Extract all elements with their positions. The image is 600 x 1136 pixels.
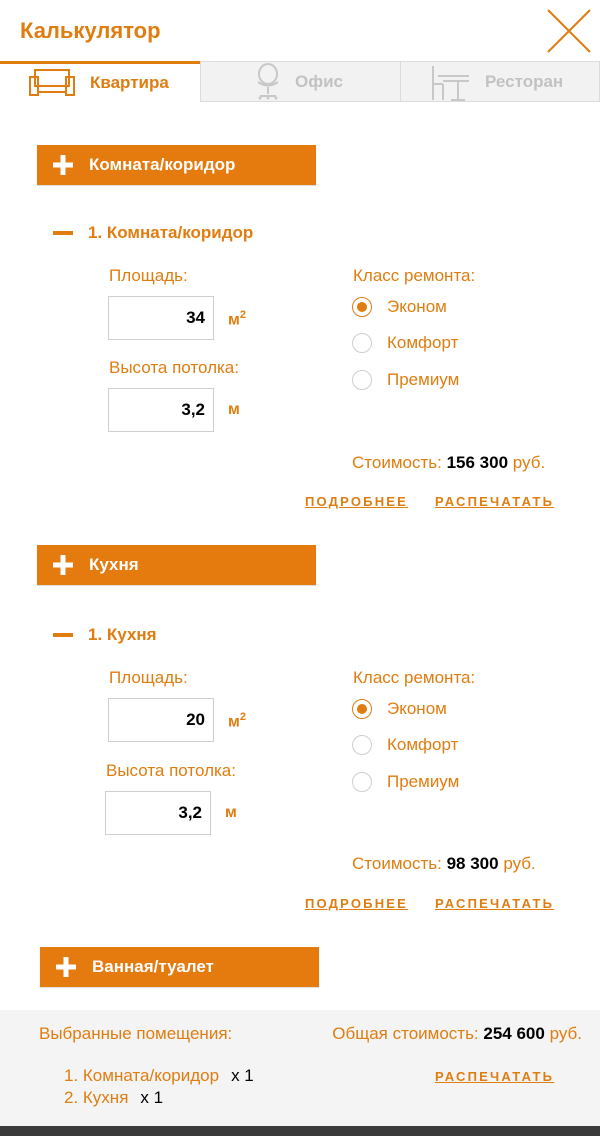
plus-icon xyxy=(40,957,92,977)
details-link[interactable]: ПОДРОБНЕЕ xyxy=(305,494,408,509)
room-title: 1. Кухня xyxy=(88,625,157,644)
radio-label: Комфорт xyxy=(387,333,459,352)
tab-restaurant-label: Ресторан xyxy=(485,71,564,91)
height-label: Высота потолка: xyxy=(106,761,236,780)
add-kitchen-button[interactable]: Кухня xyxy=(37,545,316,585)
area-unit: м2 xyxy=(228,309,246,329)
add-bathroom-button[interactable]: Ванная/туалет xyxy=(40,947,319,987)
sofa-icon xyxy=(29,69,75,96)
radio-checked-icon xyxy=(352,297,372,317)
room-cost: Стоимость: 98 300 руб. xyxy=(352,854,536,873)
room-title: 1. Комната/коридор xyxy=(88,223,254,242)
radio-unchecked-icon xyxy=(352,333,372,353)
tab-office[interactable]: Офис xyxy=(200,61,401,102)
radio-comfort[interactable]: Комфорт xyxy=(352,333,458,353)
add-room-corridor-button[interactable]: Комната/коридор xyxy=(37,145,316,185)
add-button-label: Ванная/туалет xyxy=(92,957,214,976)
radio-label: Эконом xyxy=(387,699,447,718)
area-input[interactable] xyxy=(108,698,214,742)
radio-label: Премиум xyxy=(387,772,460,791)
selected-room-item: 1. Комната/коридор x 1 xyxy=(64,1066,254,1085)
add-button-label: Кухня xyxy=(89,555,139,574)
summary-footer: Выбранные помещения: Общая стоимость: 25… xyxy=(0,1010,600,1126)
total-cost: Общая стоимость: 254 600 руб. xyxy=(332,1024,582,1043)
close-button[interactable] xyxy=(546,8,592,54)
close-icon xyxy=(547,9,591,53)
radio-unchecked-icon xyxy=(352,772,372,792)
minus-icon xyxy=(53,231,73,235)
selected-rooms-title: Выбранные помещения: xyxy=(39,1024,233,1043)
bottom-bar xyxy=(0,1126,600,1136)
restaurant-table-icon xyxy=(432,65,469,101)
print-total-link[interactable]: РАСПЕЧАТАТЬ xyxy=(435,1069,554,1084)
height-unit: м xyxy=(225,804,237,821)
print-link[interactable]: РАСПЕЧАТАТЬ xyxy=(435,494,554,509)
radio-unchecked-icon xyxy=(352,735,372,755)
area-label: Площадь: xyxy=(109,668,188,687)
radio-premium[interactable]: Премиум xyxy=(352,772,459,792)
radio-label: Комфорт xyxy=(387,735,459,754)
room-header[interactable]: 1. Кухня xyxy=(53,625,157,645)
radio-unchecked-icon xyxy=(352,370,372,390)
room-header[interactable]: 1. Комната/коридор xyxy=(53,223,253,243)
height-input[interactable] xyxy=(108,388,214,432)
radio-label: Эконом xyxy=(387,297,447,316)
tab-office-label: Офис xyxy=(295,71,344,91)
area-input[interactable] xyxy=(108,296,214,340)
tabs: Квартира Офис Ресторан xyxy=(0,61,600,102)
details-link[interactable]: ПОДРОБНЕЕ xyxy=(305,896,408,911)
office-chair-icon xyxy=(257,62,279,99)
radio-economy[interactable]: Эконом xyxy=(352,699,447,719)
header: Калькулятор xyxy=(0,0,600,61)
radio-checked-icon xyxy=(352,699,372,719)
tab-apartment[interactable]: Квартира xyxy=(0,61,200,102)
tab-apartment-label: Квартира xyxy=(90,73,169,92)
repair-class-label: Класс ремонта: xyxy=(353,668,476,687)
print-link[interactable]: РАСПЕЧАТАТЬ xyxy=(435,896,554,911)
height-unit: м xyxy=(228,401,240,418)
height-input[interactable] xyxy=(105,791,211,835)
radio-economy[interactable]: Эконом xyxy=(352,297,447,317)
area-label: Площадь: xyxy=(109,266,188,285)
room-cost: Стоимость: 156 300 руб. xyxy=(352,453,546,472)
radio-label: Премиум xyxy=(387,370,460,389)
repair-class-label: Класс ремонта: xyxy=(353,266,476,285)
minus-icon xyxy=(53,633,73,637)
page-title: Калькулятор xyxy=(20,18,161,43)
radio-comfort[interactable]: Комфорт xyxy=(352,735,458,755)
height-label: Высота потолка: xyxy=(109,358,239,377)
plus-icon xyxy=(37,155,89,175)
selected-room-item: 2. Кухня x 1 xyxy=(64,1088,164,1107)
tab-restaurant[interactable]: Ресторан xyxy=(400,61,600,102)
area-unit: м2 xyxy=(228,711,246,731)
plus-icon xyxy=(37,555,89,575)
radio-premium[interactable]: Премиум xyxy=(352,370,459,390)
add-button-label: Комната/коридор xyxy=(89,155,236,174)
